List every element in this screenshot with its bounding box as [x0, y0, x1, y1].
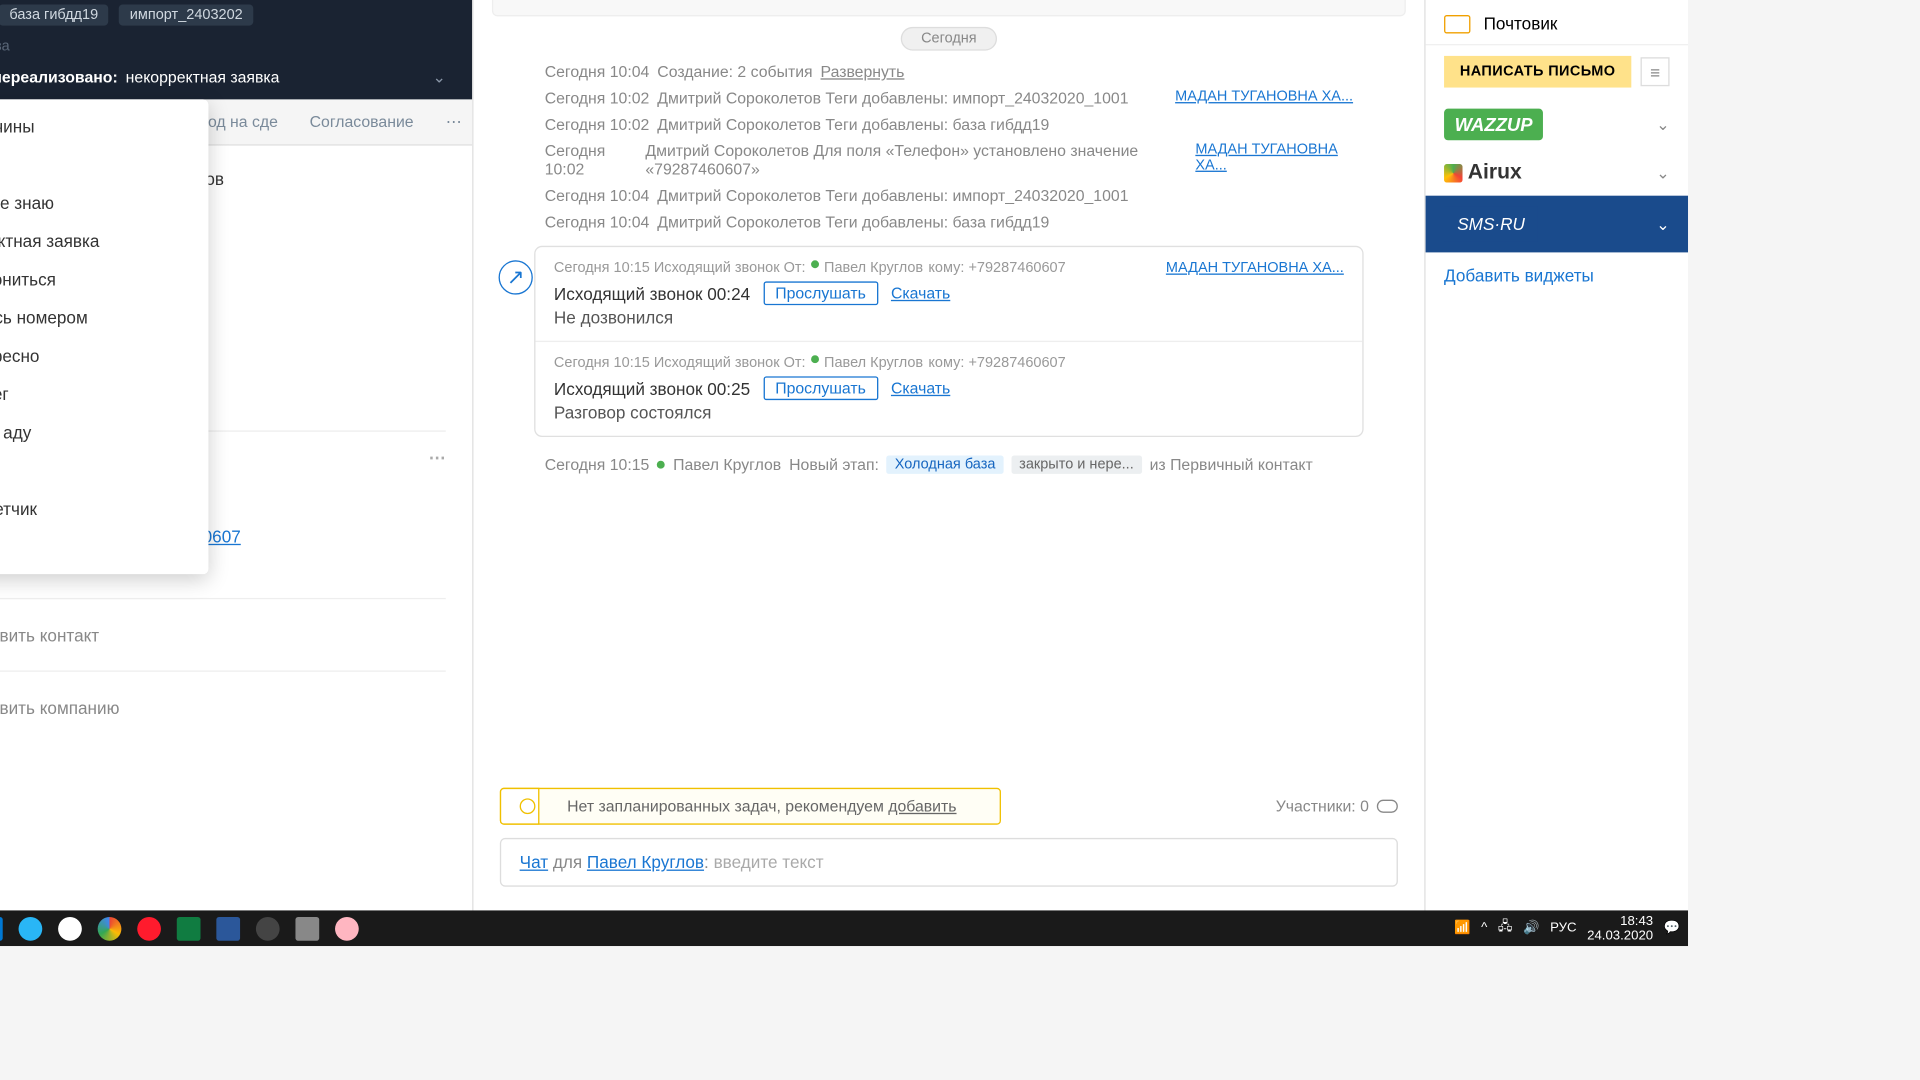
add-widgets-link[interactable]: Добавить виджеты	[1426, 252, 1688, 298]
taskbar-app[interactable]	[53, 914, 87, 943]
dropdown-option-selected[interactable]: некорректная заявка	[0, 222, 208, 260]
chat-input[interactable]: Чат для Павел Круглов: введите текст	[500, 838, 1398, 887]
download-link[interactable]: Скачать	[891, 379, 950, 397]
dropdown-option[interactable]: горите в аду	[0, 413, 208, 451]
feed-contact-link[interactable]: МАДАН ТУГАНОВНА ХА...	[1166, 260, 1344, 276]
add-company-button[interactable]: ＋Добавить компанию	[0, 670, 446, 743]
tray-up-icon[interactable]: ^	[1481, 921, 1487, 936]
mail-icon	[1444, 14, 1470, 32]
widget-wazzup[interactable]: WAZZUP⌄	[1426, 98, 1688, 151]
dropdown-option[interactable]: спам	[0, 146, 208, 184]
taskbar-app[interactable]	[211, 914, 245, 943]
taskbar-app[interactable]	[132, 914, 166, 943]
dropdown-option[interactable]: автоответчик	[0, 490, 208, 528]
pipeline-stage[interactable]: Согласование	[294, 99, 430, 144]
widget-mail[interactable]: Почтовик	[1426, 3, 1688, 44]
expand-link[interactable]: Развернуть	[821, 63, 905, 81]
taskbar-app[interactable]	[13, 914, 47, 943]
tray-network-icon[interactable]: 🖧	[1498, 917, 1513, 939]
feed-event: Сегодня 10:02Дмитрий Сороколетов Для пол…	[492, 138, 1406, 183]
tray-notifications-icon[interactable]: 💬	[1664, 921, 1680, 936]
dropdown-option[interactable]: дубль	[0, 452, 208, 490]
tray-volume-icon[interactable]: 🔊	[1523, 921, 1539, 936]
date-separator: Сегодня	[901, 27, 996, 51]
listen-button[interactable]: Прослушать	[763, 281, 877, 305]
close-reason-dropdown: Без причины спам ничего не знаю некоррек…	[0, 99, 208, 574]
pipeline-more-icon[interactable]: ⋯	[435, 99, 472, 144]
download-link[interactable]: Скачать	[891, 284, 950, 302]
widget-smsru[interactable]: SMS·RU⌄	[1426, 196, 1688, 253]
activity-feed: ⊘ Сделка закрыта и не реализована 24.03.…	[473, 0, 1424, 910]
chevron-down-icon[interactable]: ⌄	[433, 68, 446, 86]
dropdown-option[interactable]: ничего не знаю	[0, 184, 208, 222]
feed-event: Сегодня 10:04Дмитрий Сороколетов Теги до…	[492, 209, 1406, 235]
chevron-down-icon: ⌄	[1656, 164, 1669, 182]
feed-contact-link[interactable]: МАДАН ТУГАНОВНА ХА...	[1175, 89, 1353, 107]
dropdown-option[interactable]: Без причины	[0, 107, 208, 145]
status-pipeline-label: Холодная база	[0, 39, 446, 55]
dropdown-option[interactable]: нет денег	[0, 375, 208, 413]
tray-icon[interactable]: 📶	[1454, 921, 1470, 936]
deal-panel: ХАМХОЕВА⋯ #27575894 база гибдд19 импорт_…	[0, 0, 473, 910]
add-contact-button[interactable]: ＋Добавить контакт	[0, 598, 446, 671]
phone-out-icon: ↗	[499, 260, 533, 294]
deal-closed-notice: ⊘ Сделка закрыта и не реализована 24.03.…	[492, 0, 1406, 16]
listen-button[interactable]: Прослушать	[763, 376, 877, 400]
tray-lang[interactable]: РУС	[1550, 921, 1576, 936]
windows-taskbar: ⊞ 🔍 ▭ 📶 ^ 🖧 🔊 РУС 18:4324.03.2020 💬	[0, 910, 1688, 946]
contact-menu-icon[interactable]: ⋯	[429, 448, 446, 469]
taskbar-app[interactable]	[330, 914, 364, 943]
taskbar-app[interactable]	[172, 914, 206, 943]
feed-event: Сегодня 10:04Дмитрий Сороколетов Теги до…	[492, 183, 1406, 209]
widgets-panel: Виджеты Почтовик НАПИСАТЬ ПИСЬМО≡ WAZZUP…	[1424, 0, 1688, 910]
feed-event: Сегодня 10:04Создание: 2 событияРазверну…	[492, 59, 1406, 85]
call-status: Не дозвонился	[554, 308, 1344, 328]
dropdown-option[interactable]: не интересно	[0, 337, 208, 375]
taskbar-app[interactable]	[251, 914, 285, 943]
call-status: Разговор состоялся	[554, 403, 1344, 423]
participants-count[interactable]: Участники: 0	[1276, 797, 1369, 815]
taskbar-app[interactable]	[0, 914, 8, 943]
add-task-link[interactable]: добавить	[888, 797, 956, 815]
task-icon	[520, 798, 536, 814]
widget-airux[interactable]: Airux⌄	[1426, 151, 1688, 196]
deal-tag[interactable]: база гибдд19	[0, 4, 109, 25]
no-tasks-bar: Нет запланированных задач, рекомендуем д…	[500, 788, 1001, 825]
feed-event: Сегодня 10:02Дмитрий Сороколетов Теги до…	[492, 85, 1406, 111]
chevron-down-icon: ⌄	[1656, 115, 1669, 133]
call-record: ↗ Сегодня 10:15 Исходящий звонок От:Паве…	[534, 246, 1363, 437]
dropdown-option[interactable]: не дозвониться	[0, 260, 208, 298]
tray-clock[interactable]: 18:4324.03.2020	[1587, 914, 1653, 943]
deal-tag[interactable]: импорт_2403202	[119, 4, 253, 25]
write-mail-button[interactable]: НАПИСАТЬ ПИСЬМО	[1444, 56, 1631, 88]
feed-event: Сегодня 10:02Дмитрий Сороколетов Теги до…	[492, 111, 1406, 137]
feed-contact-link[interactable]: МАДАН ТУГАНОВНА ХА...	[1195, 142, 1353, 179]
widget-settings-icon[interactable]: ≡	[1641, 57, 1670, 86]
chevron-down-icon: ⌄	[1656, 215, 1669, 233]
dropdown-option[interactable]: ошиблись номером	[0, 299, 208, 337]
taskbar-app[interactable]	[92, 914, 126, 943]
eye-icon[interactable]	[1377, 800, 1398, 813]
dropdown-option[interactable]: другое	[0, 528, 208, 566]
stage-change-event: Сегодня 10:15Павел Круглов Новый этап: Х…	[492, 448, 1406, 482]
taskbar-app[interactable]	[290, 914, 324, 943]
